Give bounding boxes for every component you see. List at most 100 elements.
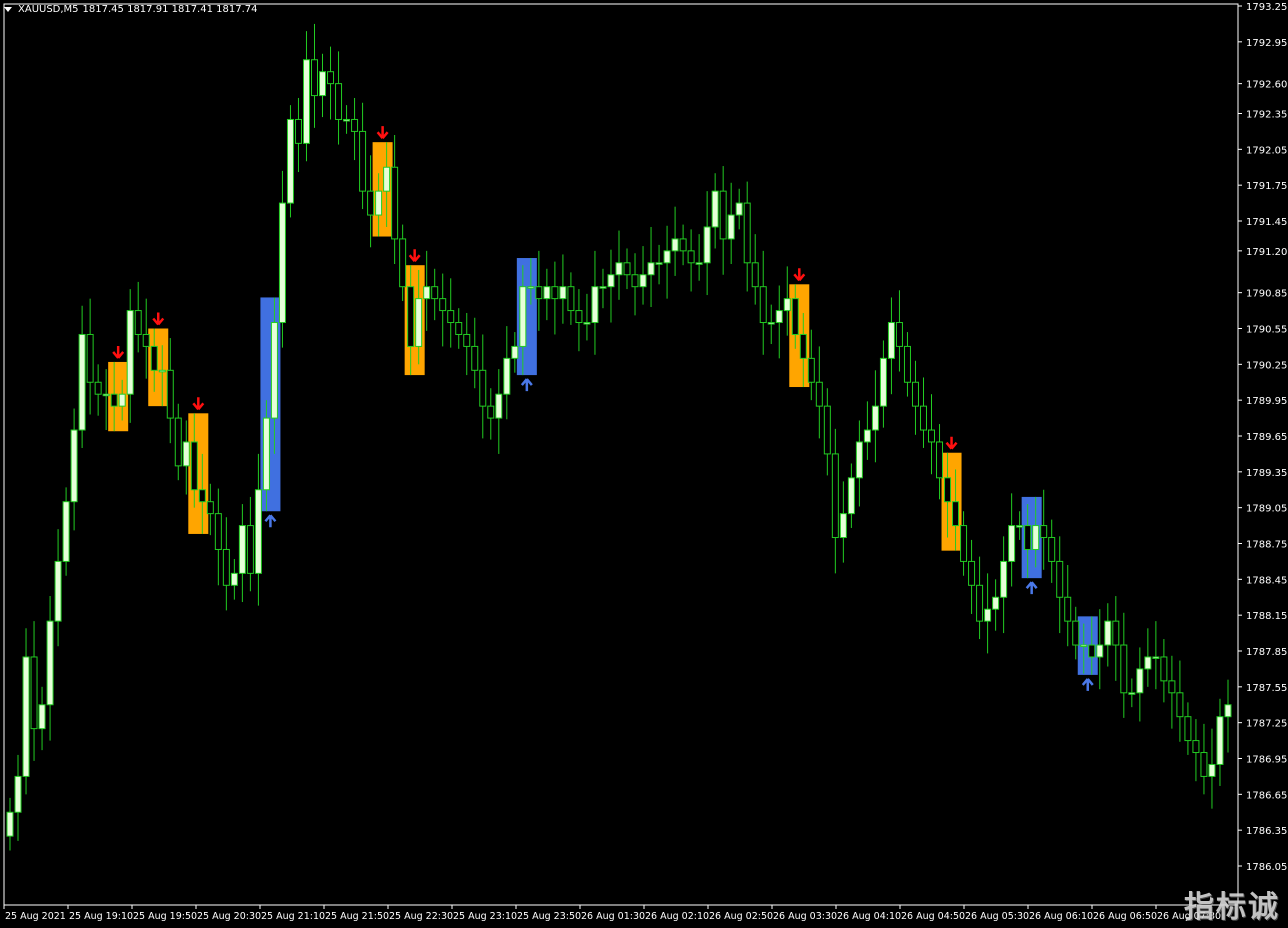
y-tick-label: 1788.75 — [1246, 540, 1287, 551]
bull-candle — [615, 262, 623, 276]
bull-candle — [703, 226, 711, 264]
bull-candle — [871, 405, 879, 431]
x-tick-label: 25 Aug 23:10 — [453, 911, 517, 922]
y-tick-label: 1789.65 — [1246, 432, 1287, 443]
bull-candle — [839, 513, 847, 539]
bear-candle — [94, 381, 102, 395]
bear-candle — [1024, 525, 1032, 550]
bull-candle — [1224, 704, 1232, 718]
bear-candle — [367, 190, 375, 216]
bear-candle — [679, 238, 687, 252]
bull-candle — [519, 286, 527, 347]
bull-candle — [1080, 644, 1088, 648]
bear-candle — [623, 262, 631, 276]
bull-candle — [126, 310, 134, 395]
bull-candle — [511, 345, 519, 359]
bull-candle — [879, 357, 887, 407]
bear-candle — [831, 453, 839, 539]
sell-arrow-icon — [376, 126, 389, 139]
bull-candle — [46, 620, 54, 706]
bear-candle — [1184, 716, 1192, 742]
y-tick-label: 1788.45 — [1246, 575, 1287, 586]
y-tick-label: 1792.95 — [1246, 38, 1287, 49]
chevron-down-icon[interactable] — [4, 7, 12, 12]
bear-candle — [743, 202, 751, 264]
bull-candle — [775, 310, 783, 324]
bull-candle — [1128, 692, 1136, 695]
bear-candle — [246, 525, 254, 574]
price-chart[interactable]: 1793.25 1792.95 1792.60 1792.35 1792.05 1791.… — [0, 0, 1288, 928]
y-tick-label: 1790.55 — [1246, 325, 1287, 336]
bull-candle — [767, 322, 775, 325]
watermark: 指标诚 — [1184, 890, 1280, 925]
bear-candle — [407, 286, 415, 347]
bear-candle — [335, 83, 343, 120]
bull-candle — [591, 286, 599, 324]
bear-candle — [1200, 752, 1208, 777]
bull-candle — [6, 811, 14, 837]
bear-candle — [919, 405, 927, 431]
bear-candle — [310, 59, 318, 97]
bull-candle — [1152, 656, 1160, 659]
bull-candle — [1096, 644, 1104, 658]
symbol-label: XAUUSD,M5 — [18, 4, 79, 15]
y-tick-label: 1787.55 — [1246, 683, 1287, 694]
bull-candle — [14, 775, 22, 813]
bear-candle — [1112, 620, 1120, 646]
bear-candle — [535, 286, 543, 300]
sell-arrow-icon — [945, 436, 958, 450]
buy-arrow-icon — [1025, 581, 1038, 595]
bear-candle — [198, 489, 206, 503]
bear-candle — [928, 429, 936, 443]
y-tick-label: 1792.35 — [1246, 110, 1287, 121]
y-tick-label: 1787.85 — [1246, 647, 1287, 658]
y-tick-label: 1787.25 — [1246, 719, 1287, 730]
x-tick-label: 25 Aug 21:10 — [261, 911, 325, 922]
bull-candle — [415, 298, 423, 347]
y-tick-label: 1790.25 — [1246, 360, 1287, 371]
bear-candle — [463, 333, 471, 347]
bear-candle — [110, 393, 118, 407]
bull-candle — [527, 286, 535, 289]
bear-candle — [86, 333, 94, 383]
bull-candle — [1000, 560, 1008, 598]
bull-candle — [1008, 525, 1016, 562]
bear-candle — [936, 441, 944, 479]
bear-candle — [1192, 740, 1200, 754]
bear-candle — [479, 369, 487, 407]
x-tick-label: 26 Aug 06:50 — [1093, 911, 1157, 922]
bull-candle — [38, 704, 46, 730]
bear-candle — [1048, 537, 1056, 562]
y-tick-label: 1788.15 — [1246, 611, 1287, 622]
bear-candle — [815, 381, 823, 407]
bear-candle — [631, 274, 639, 288]
bear-candle — [294, 118, 302, 144]
bull-candle — [783, 298, 791, 312]
y-tick-label: 1792.05 — [1246, 145, 1287, 156]
bear-candle — [911, 381, 919, 407]
bear-candle — [759, 286, 767, 324]
bear-candle — [351, 118, 359, 132]
bear-candle — [1176, 692, 1184, 718]
bear-candle — [447, 310, 455, 324]
bear-candle — [823, 405, 831, 455]
bear-candle — [1040, 525, 1048, 539]
sell-arrow-icon — [408, 249, 421, 262]
bear-candle — [1160, 656, 1168, 682]
bear-candle — [575, 310, 583, 324]
bull-candle — [887, 322, 895, 359]
chart-header: XAUUSD,M5 1817.45 1817.91 1817.41 1817.7… — [4, 4, 258, 15]
x-tick-label: 25 Aug 19:50 — [133, 911, 197, 922]
bull-candle — [671, 238, 679, 252]
bull-candle — [992, 596, 1000, 610]
bull-candle — [984, 608, 992, 622]
bear-candle — [222, 548, 230, 586]
x-tick-label: 25 Aug 21:50 — [325, 911, 389, 922]
sell-arrow-icon — [152, 312, 165, 326]
bull-candle — [607, 274, 615, 288]
bull-candle — [735, 202, 743, 216]
sell-arrow-icon — [793, 268, 806, 282]
bull-candle — [1216, 716, 1224, 765]
bull-candle — [302, 59, 310, 144]
bull-candle — [1144, 656, 1152, 670]
